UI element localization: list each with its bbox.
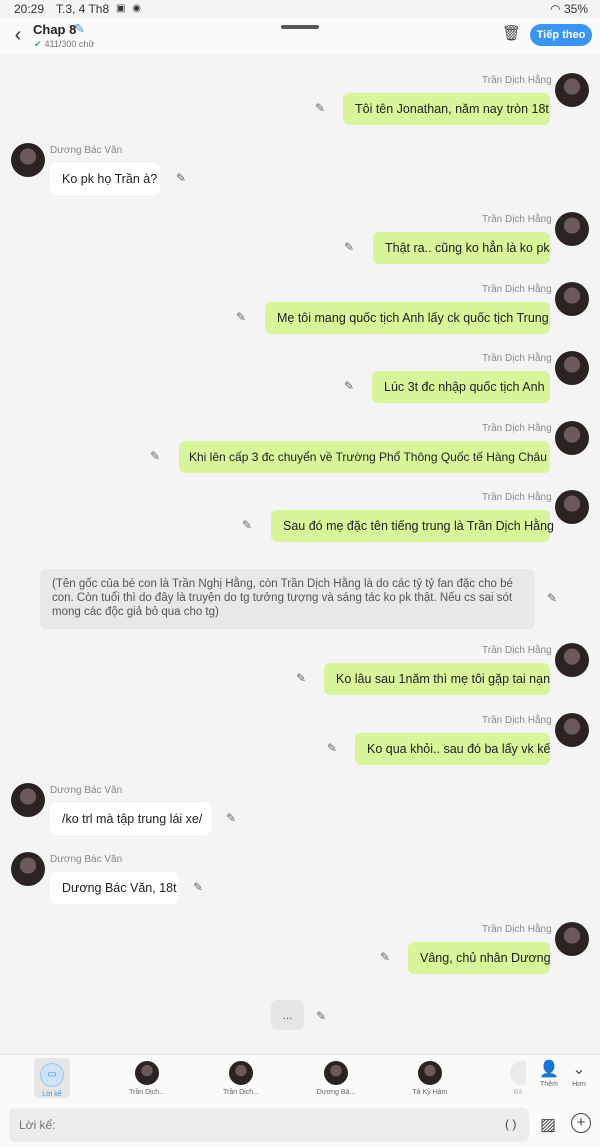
character-name: Lời kể [42,1091,62,1098]
edit-pencil-icon[interactable]: ✎ [242,518,252,532]
edit-pencil-icon[interactable]: ✎ [193,880,203,894]
status-bar: 20:29 T.3, 4 Th8 ▣ ◉ ◠ 35% [0,0,600,18]
message-bubble[interactable]: Vâng, chủ nhân Dương [408,942,551,974]
character-name: Trần Dịch... [223,1089,259,1096]
avatar[interactable] [555,212,589,246]
next-button[interactable]: Tiếp theo [530,24,592,46]
input-bar: ( ) ▨ + [0,1103,600,1147]
character-item[interactable]: Trần Dịch... [216,1055,266,1101]
message-bubble[interactable]: Tôi tên Jonathan, năm nay tròn 18t [343,93,550,125]
avatar[interactable] [555,282,589,316]
character-name: Dương Bá... [316,1089,356,1096]
trash-icon[interactable]: 🗑 [502,24,521,42]
edit-pencil-icon[interactable]: ✎ [226,811,236,825]
avatar[interactable] [555,713,589,747]
chapter-title[interactable]: Chap 8 [33,22,76,37]
add-label: Thêm [540,1081,558,1088]
status-time: 20:29 [14,2,45,16]
message-sender: Trần Dịch Hằng [482,645,552,656]
avatar[interactable] [555,351,589,385]
message-bubble[interactable]: Ko lâu sau 1năm thì mẹ tôi gặp tai nạn [324,663,550,695]
avatar[interactable] [11,852,45,886]
message-sender: Trần Dịch Hằng [482,715,552,726]
message-bubble[interactable]: Dương Bác Văn, 18t [50,872,178,904]
edit-pencil-icon[interactable]: ✎ [380,950,390,964]
character-avatar [418,1061,442,1085]
character-name: Trần Dịch... [129,1089,165,1096]
message-bubble[interactable]: Khi lên cấp 3 đc chuyển về Trường Phổ Th… [179,441,550,473]
avatar[interactable] [11,783,45,817]
edit-pencil-icon[interactable]: ✎ [150,449,160,463]
message-sender: Trần Dịch Hằng [482,353,552,364]
message-bubble[interactable]: Sau đó mẹ đặc tên tiếng trung là Trần Dị… [271,510,554,542]
check-icon: ✔ [34,39,42,49]
character-selector: ▭ Lời kể Trần Dịch... Trần Dịch... Dương… [0,1054,600,1103]
edit-title-icon[interactable]: ✎ [74,21,85,37]
drag-handle[interactable] [281,25,319,29]
back-icon[interactable]: ‹ [8,24,28,47]
narration-icon: ▭ [40,1063,64,1087]
avatar[interactable] [555,73,589,107]
message-sender: Trần Dịch Hằng [482,492,552,503]
avatar[interactable] [555,490,589,524]
narration-bubble[interactable]: (Tên gốc của bé con là Trần Nghị Hằng, c… [40,569,535,629]
avatar[interactable] [555,421,589,455]
message-sender: Trần Dịch Hằng [482,214,552,225]
more-button[interactable]: ⌄ Hơn [564,1059,594,1088]
notification-icons: ▣ ◉ [116,3,143,14]
message-bubble[interactable]: Thật ra.. cũng ko hẳn là ko pk [373,232,550,264]
avatar[interactable] [555,643,589,677]
character-avatar [510,1061,526,1085]
chapter-header: ‹ Chap 8 ✎ ✔ 411/300 chữ 🗑 Tiếp theo [0,18,600,54]
character-avatar [324,1061,348,1085]
word-count: ✔ 411/300 chữ [34,39,94,50]
avatar[interactable] [555,922,589,956]
ellipsis-bubble[interactable]: ... [271,1000,304,1030]
edit-pencil-icon[interactable]: ✎ [236,310,246,324]
character-item[interactable]: Dương Bá... [311,1055,361,1101]
message-sender: Dương Bác Văn [50,785,123,796]
message-sender: Dương Bác Văn [50,854,123,865]
edit-pencil-icon[interactable]: ✎ [327,741,337,755]
message-sender: Trần Dịch Hằng [482,75,552,86]
message-bubble[interactable]: Ko pk họ Trần à? [50,163,160,195]
message-sender: Dương Bác Văn [50,145,123,156]
battery-percent: 35% [563,2,588,16]
message-bubble[interactable]: Lúc 3t đc nhập quốc tịch Anh [372,371,550,403]
avatar[interactable] [11,143,45,177]
message-sender: Trần Dịch Hằng [482,924,552,935]
parentheses-button[interactable]: ( ) [505,1117,516,1131]
image-icon[interactable]: ▨ [540,1115,556,1135]
message-sender: Trần Dịch Hằng [482,423,552,434]
message-bubble[interactable]: /ko trl mà tập trung lái xe/ [50,803,211,835]
status-date: T.3, 4 Th8 [56,2,110,16]
chevron-down-icon: ⌄ [572,1061,586,1078]
status-right: ◠ 35% [550,2,588,16]
edit-pencil-icon[interactable]: ✎ [344,240,354,254]
message-bubble[interactable]: Mẹ tôi mang quốc tịch Anh lấy ck quốc tị… [265,302,550,334]
word-count-text: 411/300 chữ [44,39,95,49]
character-item[interactable]: Tả Kỳ Hàm [405,1055,455,1101]
add-character-button[interactable]: 👤 Thêm [534,1059,564,1088]
edit-pencil-icon[interactable]: ✎ [296,671,306,685]
character-item[interactable]: Bá [510,1055,526,1101]
add-person-icon: 👤 [539,1061,559,1078]
edit-pencil-icon[interactable]: ✎ [176,171,186,185]
message-bubble[interactable]: Ko qua khỏi.. sau đó ba lấy vk kế [355,733,550,765]
edit-pencil-icon[interactable]: ✎ [315,101,325,115]
character-avatar [135,1061,159,1085]
edit-pencil-icon[interactable]: ✎ [547,591,557,605]
more-label: Hơn [572,1081,586,1088]
edit-pencil-icon[interactable]: ✎ [344,379,354,393]
character-avatar [229,1061,253,1085]
plus-icon[interactable]: + [571,1113,591,1133]
character-name: Bá [513,1089,523,1096]
message-sender: Trần Dịch Hằng [482,284,552,295]
character-item[interactable]: Trần Dịch... [122,1055,172,1101]
character-name: Tả Kỳ Hàm [412,1089,448,1096]
narration-character-button[interactable]: ▭ Lời kể [34,1058,70,1098]
narration-input[interactable] [9,1108,529,1142]
wifi-icon: ◠ [550,2,561,16]
edit-pencil-icon[interactable]: ✎ [316,1009,326,1023]
